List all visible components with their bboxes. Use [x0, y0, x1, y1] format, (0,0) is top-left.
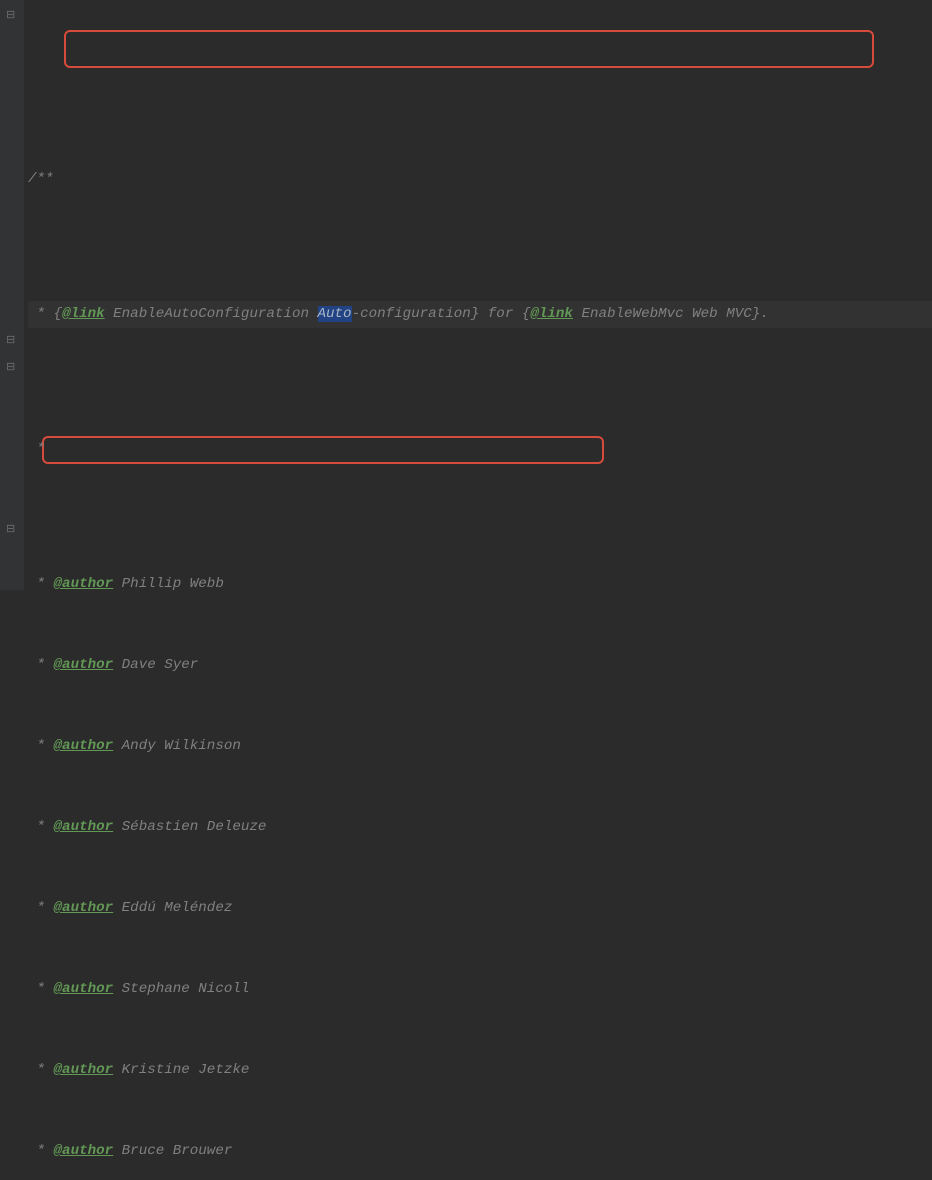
selection: Auto [318, 306, 352, 322]
gutter: ⊟ ⊟ ⊟ ⊟ [0, 0, 24, 590]
javadoc-star: * [28, 441, 45, 457]
javadoc-open: /** [28, 171, 54, 187]
javadoc-author-tag: @author [54, 738, 114, 754]
javadoc-star: * [28, 900, 54, 916]
javadoc-dot: . [760, 306, 769, 322]
javadoc-text: for { [479, 306, 530, 322]
author-name: Stephane Nicoll [113, 981, 249, 997]
code-area[interactable]: /** * {@link EnableAutoConfiguration Aut… [24, 0, 932, 590]
javadoc-author-tag: @author [54, 1143, 114, 1159]
javadoc-author-tag: @author [54, 981, 114, 997]
fold-icon[interactable]: ⊟ [6, 522, 15, 536]
javadoc-link-tag: @link [62, 306, 105, 322]
javadoc-star: * [28, 657, 54, 673]
author-name: Sébastien Deleuze [113, 819, 266, 835]
author-name: Andy Wilkinson [113, 738, 241, 754]
javadoc-star: * { [28, 306, 62, 322]
javadoc-star: * [28, 819, 54, 835]
javadoc-link-tag: @link [530, 306, 573, 322]
javadoc-star: * [28, 1143, 54, 1159]
author-name: Eddú Meléndez [113, 900, 232, 916]
author-name: Bruce Brouwer [113, 1143, 232, 1159]
fold-icon[interactable]: ⊟ [6, 8, 15, 22]
javadoc-link-ref: EnableWebMvc [573, 306, 692, 322]
code-editor[interactable]: ⊟ ⊟ ⊟ ⊟ /** * {@link EnableAutoConfigura… [0, 0, 932, 590]
javadoc-author-tag: @author [54, 819, 114, 835]
javadoc-author-tag: @author [54, 657, 114, 673]
author-name: Kristine Jetzke [113, 1062, 249, 1078]
javadoc-text: Web MVC} [692, 306, 760, 322]
javadoc-star: * [28, 738, 54, 754]
fold-icon[interactable]: ⊟ [6, 333, 15, 347]
javadoc-text: -configuration} [352, 306, 480, 322]
author-name: Dave Syer [113, 657, 198, 673]
fold-icon[interactable]: ⊟ [6, 360, 15, 374]
javadoc-star: * [28, 981, 54, 997]
javadoc-star: * [28, 1062, 54, 1078]
highlight-box [64, 30, 874, 68]
javadoc-link-ref: EnableAutoConfiguration [105, 306, 318, 322]
javadoc-author-tag: @author [54, 900, 114, 916]
javadoc-author-tag: @author [54, 1062, 114, 1078]
